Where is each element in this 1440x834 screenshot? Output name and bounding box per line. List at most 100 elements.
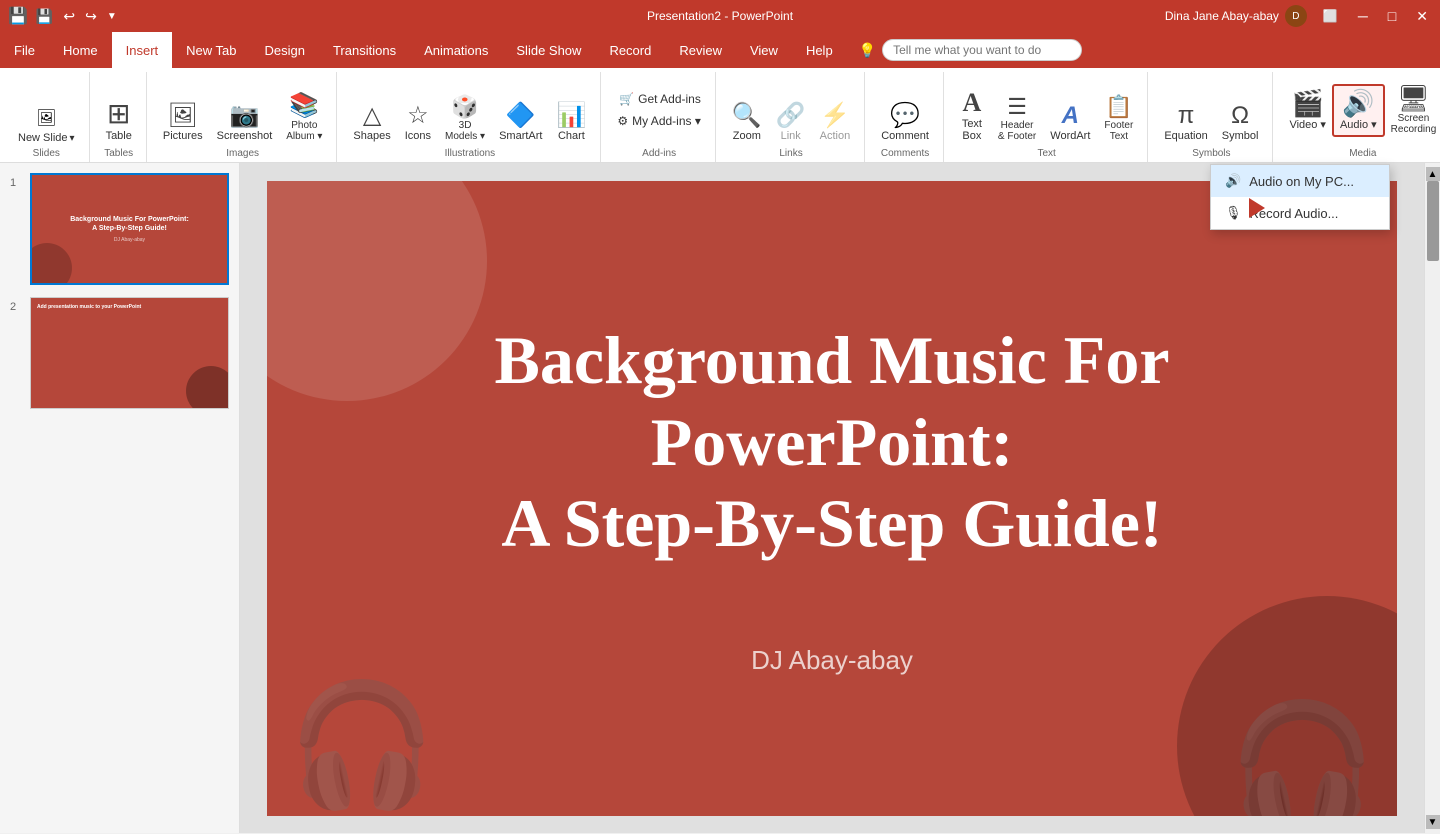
get-addins-button[interactable]: 🛒 Get Add-ins: [613, 89, 707, 109]
3d-models-label: 3DModels ▾: [445, 120, 485, 142]
3d-models-icon: 🎲: [451, 96, 478, 118]
wordart-label: WordArt: [1050, 130, 1090, 142]
new-slide-button[interactable]: 🖼 New Slide ▾: [12, 104, 81, 146]
quick-access-save[interactable]: 💾: [34, 8, 55, 25]
smartart-button[interactable]: 🔷 SmartArt: [493, 100, 548, 146]
zoom-button[interactable]: 🔍 Zoom: [726, 100, 768, 146]
my-addins-button[interactable]: ⚙ My Add-ins ▾: [611, 111, 706, 131]
ribbon-group-tables: ⊞ Table Tables: [92, 72, 147, 162]
audio-button[interactable]: 🔊 Audio ▾: [1332, 84, 1385, 137]
pictures-button[interactable]: 🖼 Pictures: [157, 100, 209, 146]
symbol-button[interactable]: Ω Symbol: [1216, 100, 1265, 146]
new-slide-icon: 🖼: [36, 108, 56, 128]
comment-label: Comment: [881, 130, 929, 142]
ribbon-group-comments-label: Comments: [875, 146, 935, 162]
new-slide-label: New Slide: [18, 132, 68, 144]
pictures-icon: 🖼: [168, 104, 198, 128]
minimize-button[interactable]: ─: [1354, 8, 1372, 24]
audio-on-pc-icon: 🔊: [1225, 173, 1241, 189]
menu-insert[interactable]: Insert: [112, 32, 173, 68]
window-title: Presentation2 - PowerPoint: [647, 9, 793, 23]
smartart-label: SmartArt: [499, 130, 542, 142]
footer-text-label: FooterText: [1104, 120, 1133, 142]
slide-thumb-inner-2: Add presentation music to your PowerPoin…: [30, 297, 229, 409]
icons-label: Icons: [405, 130, 431, 142]
slide-thumb-1[interactable]: 1 Background Music For PowerPoint:A Step…: [8, 171, 231, 287]
table-button[interactable]: ⊞ Table: [100, 96, 138, 146]
menu-home[interactable]: Home: [49, 32, 112, 68]
slide-canvas-area: 🎧 🎧 Background Music ForPowerPoint:A Ste…: [240, 163, 1424, 833]
comment-icon: 💬: [890, 104, 920, 128]
record-audio-item[interactable]: 🎙 Record Audio...: [1211, 197, 1389, 229]
restore-button[interactable]: □: [1384, 8, 1400, 24]
menu-slideshow[interactable]: Slide Show: [502, 32, 595, 68]
ribbon: 🖼 New Slide ▾ Slides ⊞ Table Tables: [0, 68, 1440, 163]
comment-button[interactable]: 💬 Comment: [875, 100, 935, 146]
restore-window-icon[interactable]: ⬜: [1319, 9, 1342, 23]
slide1-thumb-title: Background Music For PowerPoint:A Step-B…: [70, 215, 189, 233]
scroll-down-button[interactable]: ▼: [1426, 815, 1440, 829]
footer-text-icon: 📋: [1105, 96, 1132, 118]
shapes-icon: △: [363, 104, 381, 128]
action-icon: ⚡: [820, 104, 850, 128]
shapes-button[interactable]: △ Shapes: [347, 100, 396, 146]
table-label: Table: [106, 130, 132, 142]
screenshot-button[interactable]: 📷 Screenshot: [211, 100, 279, 146]
ribbon-group-illustrations: △ Shapes ☆ Icons 🎲 3DModels ▾ 🔷 SmartArt…: [339, 72, 601, 162]
menu-record[interactable]: Record: [595, 32, 665, 68]
main-area: 1 Background Music For PowerPoint:A Step…: [0, 163, 1440, 833]
quick-access-undo[interactable]: ↩: [61, 8, 77, 25]
menu-design[interactable]: Design: [251, 32, 319, 68]
chart-icon: 📊: [556, 104, 586, 128]
quick-access-redo[interactable]: ↪: [83, 8, 99, 25]
ribbon-group-images-label: Images: [157, 146, 329, 162]
audio-on-my-pc-item[interactable]: 🔊 Audio on My PC...: [1211, 165, 1389, 197]
slide1-thumb-sub: DJ Abay-abay: [114, 237, 145, 243]
scroll-thumb[interactable]: [1427, 181, 1439, 261]
quick-access-customize[interactable]: ▼: [105, 11, 119, 22]
icons-button[interactable]: ☆ Icons: [399, 100, 437, 146]
video-button[interactable]: 🎬 Video ▾: [1283, 86, 1332, 135]
header-footer-button[interactable]: ☰ Header& Footer: [992, 92, 1042, 146]
scroll-up-button[interactable]: ▲: [1426, 167, 1440, 181]
wordart-icon: A: [1062, 104, 1079, 128]
menu-review[interactable]: Review: [665, 32, 736, 68]
link-icon: 🔗: [776, 104, 806, 128]
3d-models-button[interactable]: 🎲 3DModels ▾: [439, 92, 491, 146]
menu-newtab[interactable]: New Tab: [172, 32, 250, 68]
link-button[interactable]: 🔗 Link: [770, 100, 812, 146]
menu-view[interactable]: View: [736, 32, 792, 68]
menu-transitions[interactable]: Transitions: [319, 32, 410, 68]
menu-help[interactable]: Help: [792, 32, 847, 68]
chart-button[interactable]: 📊 Chart: [550, 100, 592, 146]
deco-headphones-right: 🎧: [1228, 696, 1377, 816]
tell-me-area: 💡: [847, 32, 1440, 68]
footer-text-button[interactable]: 📋 FooterText: [1098, 92, 1139, 146]
tell-me-input[interactable]: [882, 39, 1082, 61]
action-button[interactable]: ⚡ Action: [814, 100, 857, 146]
zoom-icon: 🔍: [732, 104, 762, 128]
ribbon-group-slides-label: Slides: [12, 146, 81, 162]
ribbon-group-media-label: Media: [1283, 146, 1440, 162]
table-icon: ⊞: [107, 100, 130, 128]
menu-file[interactable]: File: [0, 32, 49, 68]
ribbon-group-addins-label: Add-ins: [611, 146, 706, 162]
red-arrow: [1249, 198, 1265, 218]
text-box-button[interactable]: A TextBox: [954, 86, 990, 146]
header-footer-label: Header& Footer: [998, 120, 1036, 142]
screen-recording-button[interactable]: 🖥 ScreenRecording: [1385, 81, 1440, 139]
user-area: Dina Jane Abay-abay D: [1165, 5, 1307, 27]
photo-album-button[interactable]: 📚 PhotoAlbum ▾: [280, 90, 328, 146]
close-button[interactable]: ✕: [1412, 8, 1432, 25]
slide-thumb-2[interactable]: 2 Add presentation music to your PowerPo…: [8, 295, 231, 411]
audio-dropdown-menu: 🔊 Audio on My PC... 🎙 Record Audio...: [1210, 164, 1390, 230]
wordart-button[interactable]: A WordArt: [1044, 100, 1096, 146]
screen-recording-icon: 🖥: [1397, 85, 1430, 111]
user-avatar: D: [1285, 5, 1307, 27]
audio-icon: 🔊: [1342, 90, 1374, 116]
slide-canvas[interactable]: 🎧 🎧 Background Music ForPowerPoint:A Ste…: [267, 181, 1397, 816]
user-name: Dina Jane Abay-abay: [1165, 9, 1279, 23]
menu-animations[interactable]: Animations: [410, 32, 502, 68]
symbol-label: Symbol: [1222, 130, 1259, 142]
equation-button[interactable]: π Equation: [1158, 100, 1213, 146]
